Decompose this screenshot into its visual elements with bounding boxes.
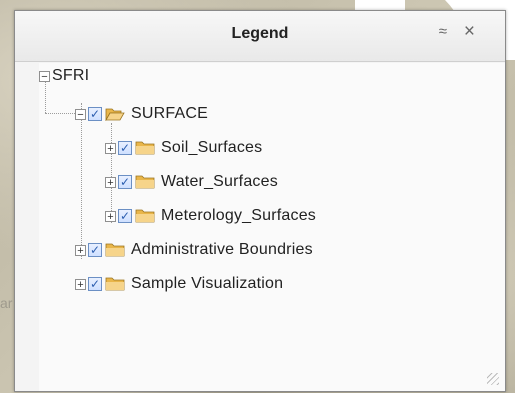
folder-icon: [135, 175, 155, 189]
tree-node-label: Water_Surfaces: [161, 173, 278, 190]
tree-node-soil-surfaces[interactable]: + ✓ Soil_Surfaces: [105, 137, 262, 159]
folder-open-icon: [105, 108, 125, 121]
expand-icon[interactable]: +: [105, 176, 116, 188]
collapse-icon[interactable]: −: [75, 108, 86, 120]
legend-panel: Legend ≈ × − SFRI − ✓ SURFACE + ✓ Soil_S…: [14, 10, 506, 392]
tree-node-label: Sample Visualization: [131, 275, 284, 292]
folder-icon: [105, 243, 125, 257]
tree-node-label: SFRI: [52, 67, 90, 84]
tree-node-water-surfaces[interactable]: + ✓ Water_Surfaces: [105, 171, 278, 193]
tree-node-label: Meterology_Surfaces: [161, 207, 316, 224]
checkbox-checked-icon[interactable]: ✓: [118, 141, 132, 155]
tree-node-label: SURFACE: [131, 105, 208, 122]
checkbox-checked-icon[interactable]: ✓: [88, 277, 102, 291]
tree-node-meterology-surfaces[interactable]: + ✓ Meterology_Surfaces: [105, 205, 316, 227]
close-icon[interactable]: ×: [464, 21, 475, 43]
folder-icon: [135, 141, 155, 155]
checkbox-checked-icon[interactable]: ✓: [118, 209, 132, 223]
expand-icon[interactable]: +: [75, 278, 86, 290]
tree-node-surface[interactable]: − ✓ SURFACE: [75, 103, 208, 125]
expand-icon[interactable]: +: [105, 142, 116, 154]
folder-icon: [105, 277, 125, 291]
collapse-icon[interactable]: −: [39, 70, 50, 82]
double-chevron-up-icon[interactable]: ≈: [439, 23, 447, 40]
resize-handle[interactable]: [487, 373, 499, 385]
tree-node-root[interactable]: − SFRI: [39, 65, 89, 87]
tree-node-administrative-boundries[interactable]: + ✓ Administrative Boundries: [75, 239, 313, 261]
legend-content: − SFRI − ✓ SURFACE + ✓ Soil_Surfaces + ✓…: [39, 63, 505, 391]
tree-node-sample-visualization[interactable]: + ✓ Sample Visualization: [75, 273, 283, 295]
tree-node-label: Soil_Surfaces: [161, 139, 263, 156]
checkbox-checked-icon[interactable]: ✓: [88, 243, 102, 257]
folder-icon: [135, 209, 155, 223]
legend-title: Legend: [231, 25, 289, 42]
checkbox-checked-icon[interactable]: ✓: [88, 107, 102, 121]
tree-node-label: Administrative Boundries: [131, 241, 313, 258]
expand-icon[interactable]: +: [105, 210, 116, 222]
checkbox-checked-icon[interactable]: ✓: [118, 175, 132, 189]
map-label-ar: ar: [0, 295, 13, 311]
layer-tree: − SFRI − ✓ SURFACE + ✓ Soil_Surfaces + ✓…: [39, 63, 505, 391]
legend-titlebar[interactable]: Legend ≈ ×: [15, 11, 505, 62]
expand-icon[interactable]: +: [75, 244, 86, 256]
